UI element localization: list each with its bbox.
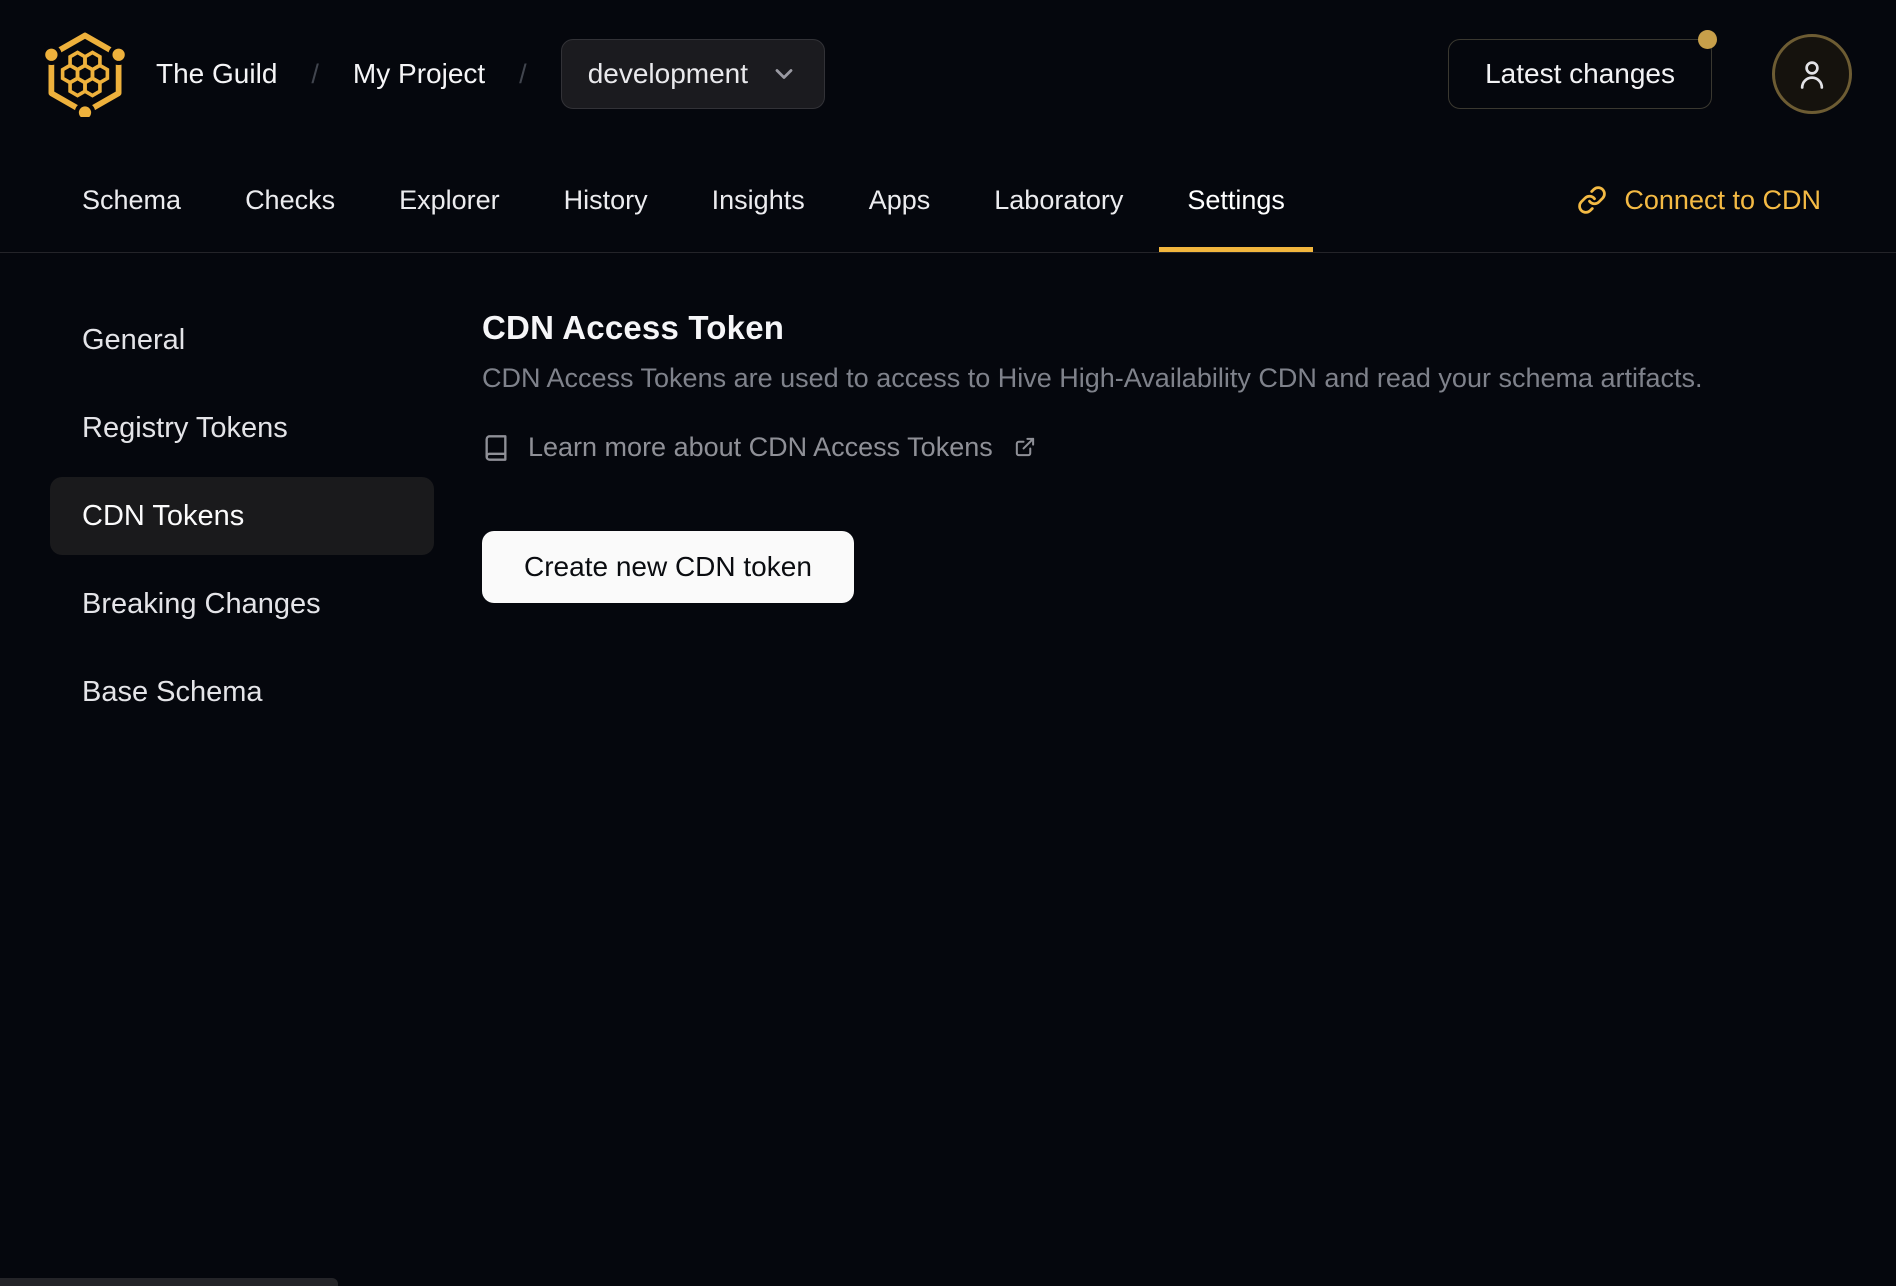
page-description: CDN Access Tokens are used to access to … [482,363,1703,393]
learn-more-link[interactable]: Learn more about CDN Access Tokens [482,432,1703,463]
tab-insights[interactable]: Insights [684,148,833,252]
horizontal-scrollbar-thumb[interactable] [0,1278,338,1286]
settings-content: General Registry Tokens CDN Tokens Break… [0,253,1896,731]
learn-more-label: Learn more about CDN Access Tokens [528,432,993,462]
connect-to-cdn-link[interactable]: Connect to CDN [1577,148,1821,252]
tab-laboratory[interactable]: Laboratory [966,148,1151,252]
sidebar-item-base-schema[interactable]: Base Schema [50,653,434,731]
link-icon [1578,186,1607,214]
external-link-icon [1015,437,1034,457]
tab-explorer[interactable]: Explorer [371,148,528,252]
sidebar-item-cdn-tokens[interactable]: CDN Tokens [50,477,434,555]
book-icon [485,434,507,461]
chevron-down-icon [775,69,793,79]
tab-checks[interactable]: Checks [217,148,363,252]
header-right-group: Latest changes [1448,30,1852,114]
breadcrumb-project[interactable]: My Project [353,58,485,90]
connect-to-cdn-label: Connect to CDN [1624,184,1821,215]
breadcrumb-separator: / [311,58,319,89]
tab-schema[interactable]: Schema [54,148,209,252]
breadcrumb-separator: / [519,58,527,89]
breadcrumb: The Guild / My Project / [156,58,527,90]
tab-apps[interactable]: Apps [841,148,959,252]
sidebar-item-registry-tokens[interactable]: Registry Tokens [50,389,434,467]
tab-settings[interactable]: Settings [1159,148,1313,252]
app-header: The Guild / My Project / development Lat… [0,0,1896,148]
latest-changes-label: Latest changes [1485,58,1675,89]
user-icon [1800,61,1824,89]
target-select-dropdown[interactable]: development [560,39,826,109]
page-title: CDN Access Token [482,309,785,346]
cdn-token-panel: CDN Access Token CDN Access Tokens are u… [434,301,1703,731]
notification-dot [1698,30,1717,49]
breadcrumb-org[interactable]: The Guild [156,58,277,90]
target-select-value: development [587,58,749,89]
sidebar-item-breaking-changes[interactable]: Breaking Changes [50,565,434,643]
create-cdn-token-button[interactable]: Create new CDN token [482,531,854,603]
tab-history[interactable]: History [536,148,676,252]
target-nav-tabs: Schema Checks Explorer History Insights … [0,148,1896,253]
hive-logo-icon[interactable] [44,31,126,117]
settings-sidebar: General Registry Tokens CDN Tokens Break… [50,301,434,731]
latest-changes-button[interactable]: Latest changes [1448,30,1717,109]
sidebar-item-general[interactable]: General [50,301,434,379]
user-avatar-button[interactable] [1772,34,1852,114]
